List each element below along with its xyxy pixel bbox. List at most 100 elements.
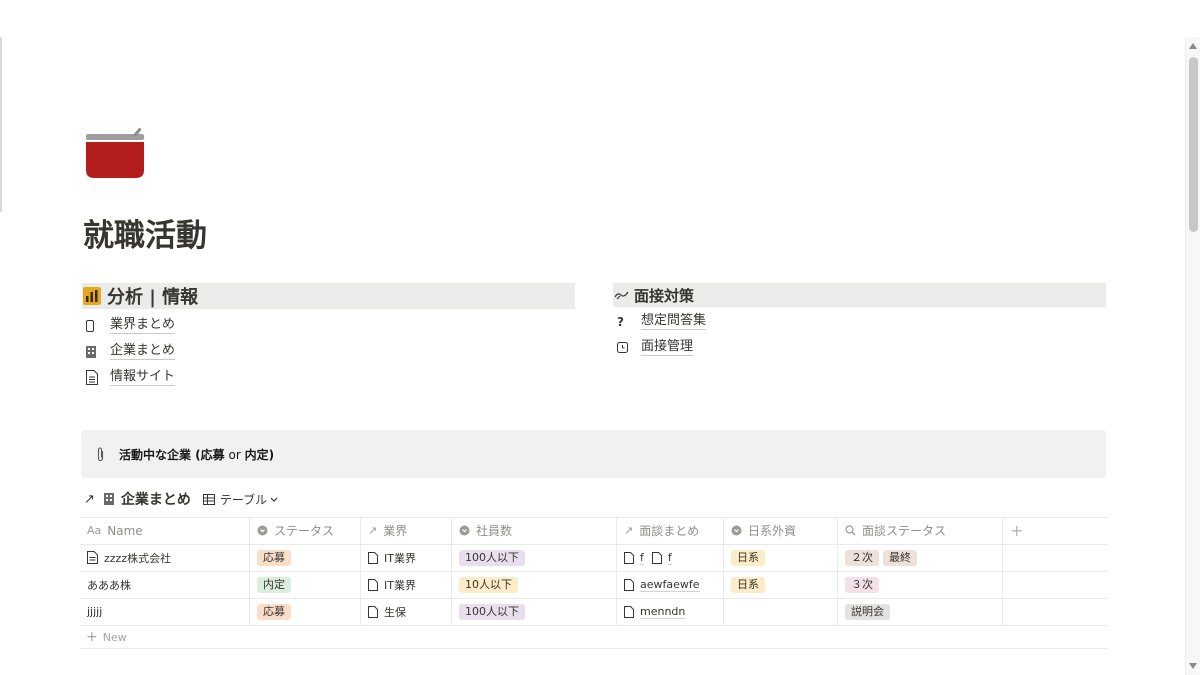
column-header-label: 面談まとめ <box>639 524 700 538</box>
cell-name[interactable]: zzzz株式会社 <box>87 544 171 571</box>
chevron-down-icon <box>270 492 278 506</box>
question-mark-icon: ? <box>617 314 624 329</box>
column-divider <box>249 517 250 625</box>
cell-status[interactable]: 応募 <box>257 598 295 625</box>
column-header-interview-notes[interactable]: ↗ 面談まとめ <box>624 517 699 544</box>
row-name: jjjjj <box>87 605 103 618</box>
column-header-status[interactable]: ステータス <box>257 517 334 544</box>
cell-industry[interactable]: 生保 <box>368 598 406 625</box>
cell-employees[interactable]: 100人以下 <box>459 544 529 571</box>
select-property-icon <box>257 525 268 536</box>
document-icon <box>368 578 378 591</box>
cell-employees[interactable]: 100人以下 <box>459 598 529 625</box>
column-header-employees[interactable]: 社員数 <box>459 517 512 544</box>
scrollbar[interactable] <box>1185 37 1200 675</box>
scroll-up-arrow-icon[interactable] <box>1189 43 1197 49</box>
interview-status-tag: ３次 <box>845 576 879 593</box>
column-divider <box>360 517 361 625</box>
cell-employees[interactable]: 10人以下 <box>459 571 522 598</box>
cell-interview-notes[interactable]: menndn <box>624 598 693 625</box>
plus-icon: + <box>86 629 98 645</box>
column-divider <box>837 517 838 625</box>
section-heading-label: 分析 | 情報 <box>107 287 199 308</box>
cell-interview-notes[interactable]: aewfaewfe <box>624 571 708 598</box>
cell-name[interactable]: あああ株 <box>87 571 131 598</box>
column-header-label: 面談ステータス <box>862 524 947 538</box>
text-property-icon: Aa <box>87 524 102 537</box>
building-icon <box>86 345 102 358</box>
row-divider <box>80 625 1108 626</box>
employees-tag: 100人以下 <box>459 603 525 620</box>
column-header-origin[interactable]: 日系外資 <box>731 517 796 544</box>
paperclip-icon <box>96 446 110 462</box>
link-expected-qa[interactable]: ? 想定問答集 <box>617 313 707 330</box>
page-title[interactable]: 就職活動 <box>83 214 207 258</box>
section-heading-analysis[interactable]: 分析 | 情報 <box>82 283 575 309</box>
relation-arrow-icon: ↗ <box>368 524 378 537</box>
view-selector[interactable]: テーブル <box>202 491 278 508</box>
cell-interview-status[interactable]: 説明会 <box>845 598 894 625</box>
search-icon <box>845 525 856 536</box>
cell-interview-status[interactable]: ２次 最終 <box>845 544 921 571</box>
interview-status-tag: ２次 <box>845 549 879 566</box>
relation-item[interactable]: f <box>651 551 672 565</box>
cell-industry[interactable]: IT業界 <box>368 571 416 598</box>
callout-text: 活動中な企業 (応募 or 内定) <box>119 446 274 463</box>
bar-chart-icon <box>83 287 103 305</box>
row-divider <box>80 598 1108 599</box>
new-row-button[interactable]: + New <box>86 629 127 645</box>
status-tag: 応募 <box>257 549 291 566</box>
section-heading-interview[interactable]: 面接対策 <box>613 283 1106 307</box>
relation-item-label: menndn <box>640 604 686 619</box>
document-icon <box>624 605 634 618</box>
column-header-label: Name <box>107 523 143 538</box>
cell-origin[interactable]: 日系 <box>731 544 769 571</box>
scroll-down-arrow-icon[interactable] <box>1189 663 1197 669</box>
column-divider <box>723 517 724 625</box>
column-divider <box>616 517 617 625</box>
link-info-sites[interactable]: 情報サイト <box>86 369 176 386</box>
column-divider <box>1002 517 1003 625</box>
callout[interactable]: 活動中な企業 (応募 or 内定) <box>81 430 1106 478</box>
link-label: 想定問答集 <box>641 313 707 330</box>
relation-item[interactable]: aewfaewfe <box>624 578 700 592</box>
document-icon <box>368 551 378 564</box>
handshake-icon <box>614 289 630 301</box>
table-top-border <box>80 517 1108 518</box>
column-header-name[interactable]: Aa Name <box>87 517 143 544</box>
column-divider <box>451 517 452 625</box>
add-column-button[interactable]: + <box>1010 517 1023 544</box>
interview-status-tag: 最終 <box>883 549 917 566</box>
scrollbar-thumb[interactable] <box>1189 57 1198 232</box>
cell-status[interactable]: 応募 <box>257 544 295 571</box>
link-interview-management[interactable]: 面接管理 <box>617 339 694 356</box>
view-label: テーブル <box>219 492 268 507</box>
document-icon <box>87 551 98 564</box>
interview-status-tag: 説明会 <box>845 603 890 620</box>
link-label: 情報サイト <box>110 369 176 386</box>
linked-database-arrow-icon: ↗ <box>84 491 95 507</box>
cell-interview-notes[interactable]: f f <box>624 544 680 571</box>
database-title[interactable]: 企業まとめ <box>121 489 191 509</box>
row-name: zzzz株式会社 <box>104 551 172 565</box>
cell-interview-status[interactable]: ３次 <box>845 571 883 598</box>
relation-item-label: aewfaewfe <box>640 577 700 592</box>
cooking-pot-icon[interactable] <box>84 126 148 180</box>
cell-status[interactable]: 内定 <box>257 571 295 598</box>
cell-name[interactable]: jjjjj <box>87 598 102 625</box>
column-header-label: 業界 <box>383 524 408 538</box>
row-name: あああ株 <box>87 578 131 592</box>
status-tag: 応募 <box>257 603 291 620</box>
column-header-industry[interactable]: ↗ 業界 <box>368 517 407 544</box>
origin-tag: 日系 <box>731 576 765 593</box>
cell-industry[interactable]: IT業界 <box>368 544 416 571</box>
relation-item[interactable]: menndn <box>624 604 686 619</box>
relation-item[interactable]: f <box>624 551 644 565</box>
link-industry-summary[interactable]: 業界まとめ <box>86 317 176 334</box>
column-header-label: 日系外資 <box>748 524 797 538</box>
new-row-label: New <box>102 630 127 644</box>
column-header-interview-status[interactable]: 面談ステータス <box>845 517 946 544</box>
link-company-summary[interactable]: 企業まとめ <box>86 343 176 360</box>
database-header: ↗ 企業まとめ テーブル <box>84 488 278 510</box>
cell-origin[interactable]: 日系 <box>731 571 769 598</box>
